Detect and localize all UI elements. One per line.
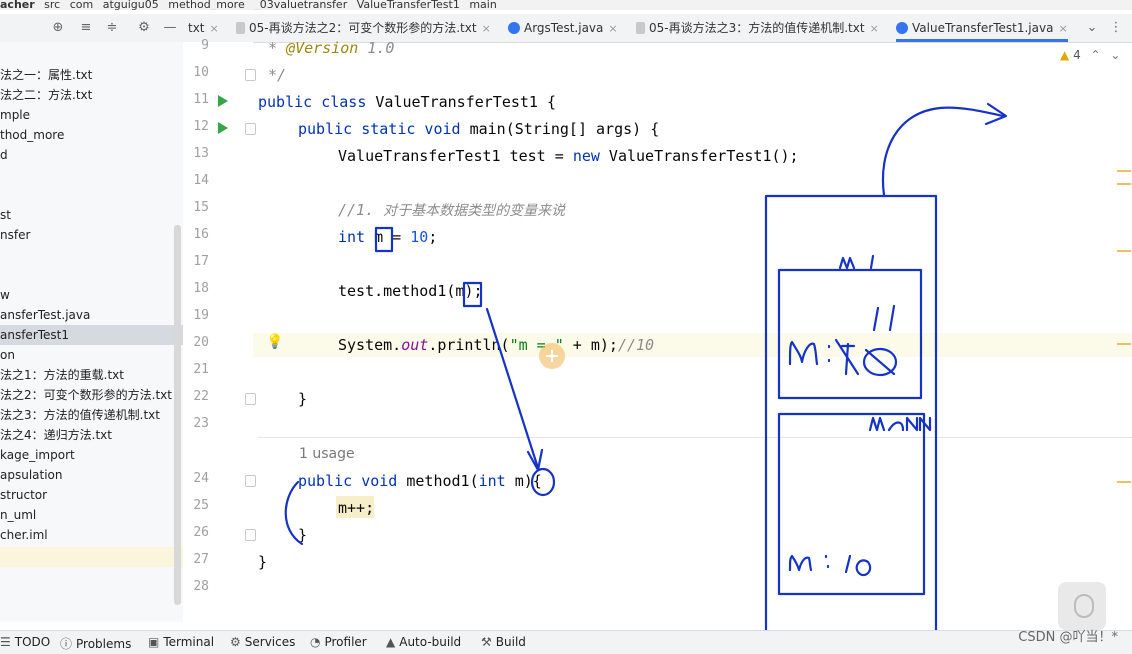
- services-tool[interactable]: ⚙ Services: [230, 635, 295, 649]
- return-arrow-line: [881, 106, 1005, 197]
- problems-tool[interactable]: ⓘ Problems: [60, 635, 131, 652]
- build-icon: ⚒: [481, 635, 492, 649]
- profiler-tool[interactable]: ◔ Profiler: [310, 635, 367, 649]
- terminal-icon: ▣: [148, 635, 160, 649]
- auto-build-icon: ▲: [386, 635, 396, 649]
- frame-label-main: [868, 416, 932, 432]
- todo-tool[interactable]: ☰ TODO: [0, 635, 50, 649]
- frame-label-m1: [838, 254, 875, 270]
- value-m-colon: [788, 340, 831, 366]
- problems-icon: ⓘ: [60, 637, 73, 651]
- value-m-10: [788, 554, 872, 577]
- value-crossed-digit: [834, 338, 860, 376]
- highlight-box-m-argument: [462, 281, 483, 308]
- pill-icon: [1074, 594, 1094, 618]
- profiler-icon: ◔: [310, 635, 321, 649]
- highlight-box-m-declaration: [374, 226, 394, 253]
- video-player-button[interactable]: [1058, 582, 1106, 630]
- pass-arrow-line: [485, 307, 540, 470]
- bottom-tool-bar: ☰ TODO ⓘ Problems ▣ Terminal ⚙ Services ◔ Pro…: [0, 630, 1132, 654]
- build-tool[interactable]: ⚒ Build: [481, 635, 526, 649]
- list-icon: ☰: [0, 635, 11, 649]
- circle-parameter-m: [530, 467, 556, 497]
- terminal-tool[interactable]: ▣ Terminal: [148, 635, 214, 649]
- value-new-eleven: [872, 304, 896, 332]
- value-strike: [864, 348, 896, 376]
- auto-build-tool[interactable]: ▲ Auto-build: [386, 635, 461, 649]
- bracket-stroke: [284, 480, 304, 546]
- method1-frame-box: [777, 268, 923, 400]
- handwritten-annotation-overlay: [284, 102, 1008, 634]
- services-icon: ⚙: [230, 635, 241, 649]
- watermark: CSDN @吖当！*: [1018, 630, 1118, 645]
